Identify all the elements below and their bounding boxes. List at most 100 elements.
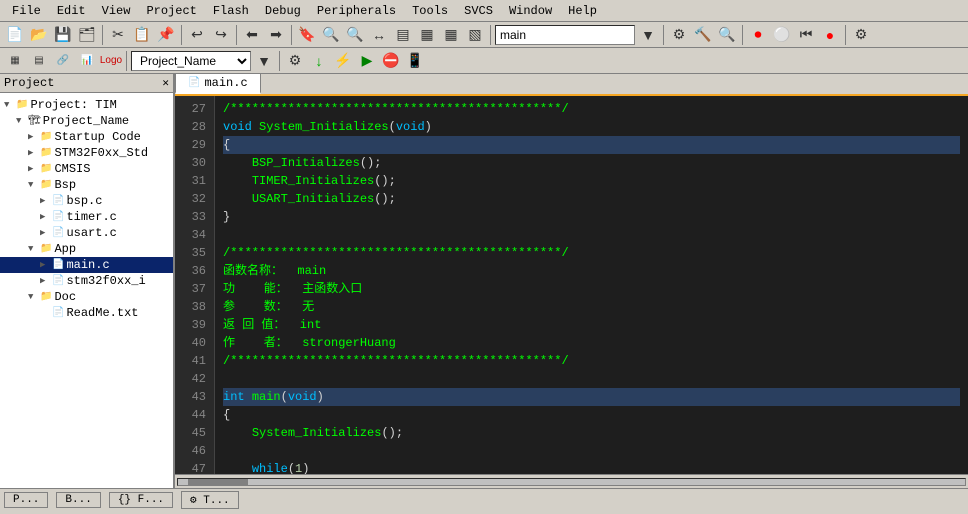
- tree-item-bsp-c[interactable]: ▶ 📄 bsp.c: [0, 193, 173, 209]
- tree-item-cmsis[interactable]: ▶ 📁 CMSIS: [0, 161, 173, 177]
- expand-bsp[interactable]: ▼: [28, 180, 40, 190]
- tool3-button[interactable]: ▦: [440, 24, 462, 46]
- replace-button[interactable]: ↔: [368, 24, 390, 46]
- ln-31: 31: [183, 172, 206, 190]
- search2-button[interactable]: 🔍: [716, 24, 738, 46]
- expand-project[interactable]: ▼: [16, 116, 28, 126]
- expand-readme: [40, 308, 52, 318]
- project-dropdown[interactable]: ▼: [253, 50, 275, 72]
- project-selector[interactable]: Project_Name: [131, 51, 251, 71]
- menu-project[interactable]: Project: [138, 2, 204, 20]
- debug2-button[interactable]: ⚪: [771, 24, 793, 46]
- redo-button[interactable]: ↪: [210, 24, 232, 46]
- find2-button[interactable]: 🔍: [344, 24, 366, 46]
- expand-doc[interactable]: ▼: [28, 292, 40, 302]
- tree-item-app[interactable]: ▼ 📁 App: [0, 241, 173, 257]
- run-button[interactable]: ▶: [356, 50, 378, 72]
- expand-stm32[interactable]: ▶: [28, 148, 40, 158]
- find-button[interactable]: 🔍: [320, 24, 342, 46]
- debug1-button[interactable]: ⏺: [747, 24, 769, 46]
- bottom-tab-t[interactable]: ⚙ T...: [181, 491, 239, 509]
- bookmark-button[interactable]: 🔖: [296, 24, 318, 46]
- stop-button[interactable]: ⛔: [380, 50, 402, 72]
- expand-root[interactable]: ▼: [4, 100, 16, 110]
- tool1-button[interactable]: ▤: [392, 24, 414, 46]
- cut-button[interactable]: ✂: [107, 24, 129, 46]
- ln-36: 36: [183, 262, 206, 280]
- ln-32: 32: [183, 190, 206, 208]
- tree-item-timer-c[interactable]: ▶ 📄 timer.c: [0, 209, 173, 225]
- paste-button[interactable]: 📌: [155, 24, 177, 46]
- expand-app[interactable]: ▼: [28, 244, 40, 254]
- editor-tab-main-c[interactable]: 📄 main.c: [175, 74, 261, 94]
- tb2-btn1[interactable]: ▦: [4, 50, 26, 72]
- tb2-btn2[interactable]: ▤: [28, 50, 50, 72]
- tree-item-stm32[interactable]: ▶ 📁 STM32F0xx_Std: [0, 145, 173, 161]
- folder-icon-startup: 📁: [40, 131, 52, 143]
- tree-item-bsp[interactable]: ▼ 📁 Bsp: [0, 177, 173, 193]
- flash-erase-button[interactable]: ⚡: [332, 50, 354, 72]
- editor-area: 📄 main.c 27 28 29 30 31 32 33 34 35 36 3…: [175, 74, 968, 488]
- open-button[interactable]: 📂: [28, 24, 50, 46]
- tb2-logo[interactable]: Logo: [100, 50, 122, 72]
- scroll-track-h[interactable]: [177, 478, 966, 486]
- tree-label-timer-c: timer.c: [66, 210, 116, 224]
- bottom-tab-f[interactable]: {} F...: [109, 492, 173, 508]
- target-input[interactable]: [495, 25, 635, 45]
- menu-debug[interactable]: Debug: [257, 2, 309, 20]
- target-dropdown[interactable]: ▼: [637, 24, 659, 46]
- flash-download-button[interactable]: ↓: [308, 50, 330, 72]
- new-button[interactable]: 📄: [4, 24, 26, 46]
- tree-label-stm32f0xx-i: stm32f0xx_i: [66, 274, 145, 288]
- copy-button[interactable]: 📋: [131, 24, 153, 46]
- build1-button[interactable]: ⚙: [668, 24, 690, 46]
- debug4-button[interactable]: ●: [819, 24, 841, 46]
- tool4-button[interactable]: ▧: [464, 24, 486, 46]
- tree-item-startup[interactable]: ▶ 📁 Startup Code: [0, 129, 173, 145]
- bottom-tab-b[interactable]: B...: [56, 492, 100, 508]
- nav-back-button[interactable]: ⬅: [241, 24, 263, 46]
- code-content[interactable]: /***************************************…: [215, 96, 968, 474]
- expand-timer-c[interactable]: ▶: [40, 212, 52, 222]
- debug3-button[interactable]: ⏮: [795, 24, 817, 46]
- expand-bsp-c[interactable]: ▶: [40, 196, 52, 206]
- target-settings-button[interactable]: ⚙: [284, 50, 306, 72]
- build2-button[interactable]: 🔨: [692, 24, 714, 46]
- settings-button[interactable]: ⚙: [850, 24, 872, 46]
- tree-item-project[interactable]: ▼ 🏗 Project_Name: [0, 113, 173, 129]
- menu-tools[interactable]: Tools: [404, 2, 456, 20]
- panel-close-button[interactable]: ✕: [162, 76, 169, 90]
- menu-help[interactable]: Help: [560, 2, 605, 20]
- save-all-button[interactable]: 🗂: [76, 24, 98, 46]
- expand-usart-c[interactable]: ▶: [40, 228, 52, 238]
- bottom-tab-p[interactable]: P...: [4, 492, 48, 508]
- scroll-thumb-h[interactable]: [188, 479, 248, 485]
- tb2-btn4[interactable]: 📊: [76, 50, 98, 72]
- menu-file[interactable]: File: [4, 2, 49, 20]
- menu-svcs[interactable]: SVCS: [456, 2, 501, 20]
- tree-item-usart-c[interactable]: ▶ 📄 usart.c: [0, 225, 173, 241]
- tree-container: ▼ 📁 Project: TIM ▼ 🏗 Project_Name ▶ 📁 St…: [0, 93, 173, 488]
- save-button[interactable]: 💾: [52, 24, 74, 46]
- tree-item-main-c[interactable]: ▶ 📄 main.c: [0, 257, 173, 273]
- folder-icon-bsp: 📁: [40, 179, 52, 191]
- tree-item-stm32f0xx-i[interactable]: ▶ 📄 stm32f0xx_i: [0, 273, 173, 289]
- tree-item-readme[interactable]: 📄 ReadMe.txt: [0, 305, 173, 321]
- tool2-button[interactable]: ▦: [416, 24, 438, 46]
- tree-item-root[interactable]: ▼ 📁 Project: TIM: [0, 97, 173, 113]
- menu-view[interactable]: View: [94, 2, 139, 20]
- horizontal-scrollbar[interactable]: [175, 474, 968, 488]
- menu-flash[interactable]: Flash: [205, 2, 257, 20]
- expand-main-c[interactable]: ▶: [40, 260, 52, 270]
- menu-window[interactable]: Window: [501, 2, 560, 20]
- open-app-button[interactable]: 📱: [404, 50, 426, 72]
- nav-fwd-button[interactable]: ➡: [265, 24, 287, 46]
- expand-cmsis[interactable]: ▶: [28, 164, 40, 174]
- menu-edit[interactable]: Edit: [49, 2, 94, 20]
- tree-item-doc[interactable]: ▼ 📁 Doc: [0, 289, 173, 305]
- undo-button[interactable]: ↩: [186, 24, 208, 46]
- expand-startup[interactable]: ▶: [28, 132, 40, 142]
- expand-stm32f0xx-i[interactable]: ▶: [40, 276, 52, 286]
- tb2-btn3[interactable]: 🔗: [52, 50, 74, 72]
- menu-peripherals[interactable]: Peripherals: [309, 2, 404, 20]
